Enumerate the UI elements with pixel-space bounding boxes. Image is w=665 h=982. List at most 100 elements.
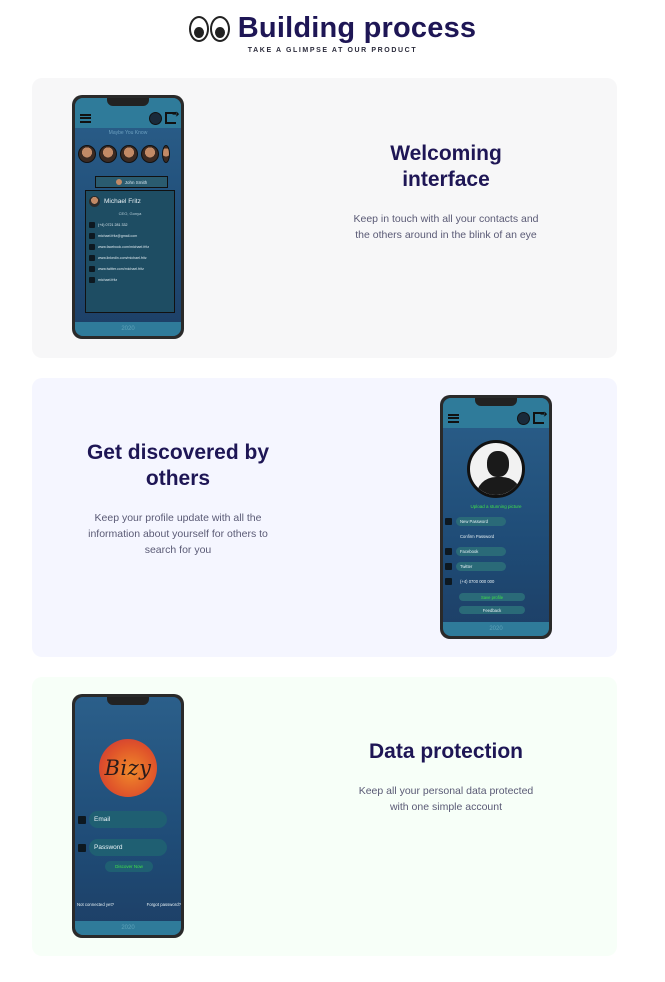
profile-picture-body xyxy=(476,477,522,495)
user-icon[interactable] xyxy=(517,411,530,425)
page-subtitle: TAKE A GLIMPSE AT OUR PRODUCT xyxy=(247,47,418,54)
card-skype[interactable]: michael.fritz xyxy=(98,278,117,282)
user-icon[interactable] xyxy=(149,111,162,125)
card-avatar xyxy=(89,196,100,207)
phone-mockup-contacts: Maybe You Know John Smith Michael Fritz … xyxy=(72,95,184,339)
protection-desc-1: Keep all your personal data protected xyxy=(358,785,534,797)
phone-row: (+4) 0700 000 000 xyxy=(445,576,512,586)
card-facebook[interactable]: www.facebook.com/michael.fritz xyxy=(98,245,149,249)
skype-icon xyxy=(89,276,95,283)
contact-avatar[interactable] xyxy=(99,145,117,163)
twitter-icon xyxy=(445,562,452,570)
discovered-desc-1: Keep your profile update with all the xyxy=(94,512,262,524)
phone-notch xyxy=(475,398,517,406)
app-footer: 2020 xyxy=(443,622,549,636)
confirm-password-field[interactable]: Confirm Password xyxy=(456,532,512,541)
profile-picture[interactable] xyxy=(467,440,525,498)
exit-icon[interactable] xyxy=(533,410,548,424)
phone-notch xyxy=(107,697,149,705)
eyes-icon xyxy=(188,15,230,42)
twitter-row: Twitter xyxy=(445,561,506,571)
discovered-text: Get discovered by others Keep your profi… xyxy=(53,440,303,558)
welcoming-text: Welcoming interface Keep in touch with a… xyxy=(321,141,571,243)
password-field[interactable]: Password xyxy=(89,839,167,856)
forgot-password-link[interactable]: Forgot password? xyxy=(147,902,181,907)
feedback-button[interactable]: Feedback xyxy=(459,606,525,614)
title-row: Building process xyxy=(0,12,665,45)
blank-icon xyxy=(445,533,452,540)
phone-field[interactable]: (+4) 0700 000 000 xyxy=(456,577,512,586)
card-linkedin[interactable]: www.linkedin.com/michael.fritz xyxy=(98,256,147,260)
facebook-icon xyxy=(445,547,452,555)
profile-picture-head xyxy=(487,451,509,477)
phone-mockup-profile: Upload a stunning picture New Password C… xyxy=(440,395,552,639)
phone-notch xyxy=(107,98,149,106)
phone-icon xyxy=(445,577,452,585)
facebook-field[interactable]: Facebook xyxy=(456,546,506,556)
card-name: Michael Fritz xyxy=(104,198,141,205)
mail-icon xyxy=(89,232,95,239)
phone-icon xyxy=(89,221,95,228)
new-password-field[interactable]: New Password xyxy=(456,516,506,526)
chip-name: John Smith xyxy=(124,179,148,185)
contact-avatar[interactable] xyxy=(162,145,170,163)
contact-avatar[interactable] xyxy=(78,145,96,163)
discovered-heading-1: Get discovered by xyxy=(86,441,270,464)
suggestions-title: Maybe You Know xyxy=(108,130,148,136)
protection-text: Data protection Keep all your personal d… xyxy=(321,739,571,815)
suggestions-row xyxy=(78,145,170,163)
contact-avatar[interactable] xyxy=(141,145,159,163)
phone-screen: Bizy Email Password Discover Now Not con… xyxy=(75,697,181,935)
hamburger-icon[interactable] xyxy=(448,413,459,423)
email-row: Email xyxy=(78,811,167,828)
contact-avatar[interactable] xyxy=(120,145,138,163)
app-footer: 2020 xyxy=(75,322,181,336)
card-email[interactable]: michael.fritz@gmail.com xyxy=(98,234,137,238)
linkedin-icon xyxy=(89,254,95,261)
right-eye xyxy=(209,15,230,42)
discovered-desc-3: search for you xyxy=(144,544,212,556)
phone-mockup-login: Bizy Email Password Discover Now Not con… xyxy=(72,694,184,938)
lock-icon xyxy=(445,517,452,525)
save-profile-button[interactable]: Save profile xyxy=(459,593,525,601)
password-row: Password xyxy=(78,839,167,856)
section-welcoming: Maybe You Know John Smith Michael Fritz … xyxy=(32,78,617,358)
contact-chip[interactable]: John Smith xyxy=(95,176,168,188)
twitter-icon xyxy=(89,265,95,272)
email-field[interactable]: Email xyxy=(89,811,167,828)
facebook-row: Facebook xyxy=(445,546,506,556)
upload-picture-link[interactable]: Upload a stunning picture xyxy=(443,504,549,509)
discovered-heading-2: others xyxy=(145,467,211,490)
lock-icon xyxy=(78,843,86,852)
bizy-logo: Bizy xyxy=(99,739,157,797)
facebook-icon xyxy=(89,243,95,250)
hamburger-icon[interactable] xyxy=(80,113,91,123)
login-links: Not connected yet? Forgot password? xyxy=(77,902,181,907)
page-header: Building process TAKE A GLIMPSE AT OUR P… xyxy=(0,0,665,70)
section-data-protection: Bizy Email Password Discover Now Not con… xyxy=(32,677,617,956)
discover-now-button[interactable]: Discover Now xyxy=(105,861,153,872)
protection-desc-2: with one simple account xyxy=(389,801,503,813)
welcoming-desc-2: the others around in the blink of an eye xyxy=(355,229,537,241)
exit-icon[interactable] xyxy=(165,110,180,124)
phone-screen: Upload a stunning picture New Password C… xyxy=(443,398,549,636)
phone-screen: Maybe You Know John Smith Michael Fritz … xyxy=(75,98,181,336)
new-password-row: New Password xyxy=(445,516,506,526)
card-role: CEO, Gonya xyxy=(118,211,142,216)
not-connected-link[interactable]: Not connected yet? xyxy=(77,902,114,907)
mail-icon xyxy=(78,815,86,824)
card-twitter[interactable]: www.twitter.com/michael.fritz xyxy=(98,267,144,271)
section-get-discovered: Get discovered by others Keep your profi… xyxy=(32,378,617,657)
app-footer: 2020 xyxy=(75,921,181,935)
welcoming-heading-2: interface xyxy=(402,168,490,191)
welcoming-desc-1: Keep in touch with all your contacts and xyxy=(353,213,539,225)
contact-card: Michael Fritz CEO, Gonya (+4) 0721 281 3… xyxy=(85,190,175,313)
twitter-field[interactable]: Twitter xyxy=(456,561,506,571)
protection-heading: Data protection xyxy=(368,740,523,763)
confirm-password-row: Confirm Password xyxy=(445,531,512,541)
page-title: Building process xyxy=(237,12,477,44)
left-eye xyxy=(188,15,209,42)
chip-avatar xyxy=(115,179,122,185)
card-phone: (+4) 0721 281 332 xyxy=(98,222,128,227)
discovered-desc-2: information about yourself for others to xyxy=(88,528,268,540)
